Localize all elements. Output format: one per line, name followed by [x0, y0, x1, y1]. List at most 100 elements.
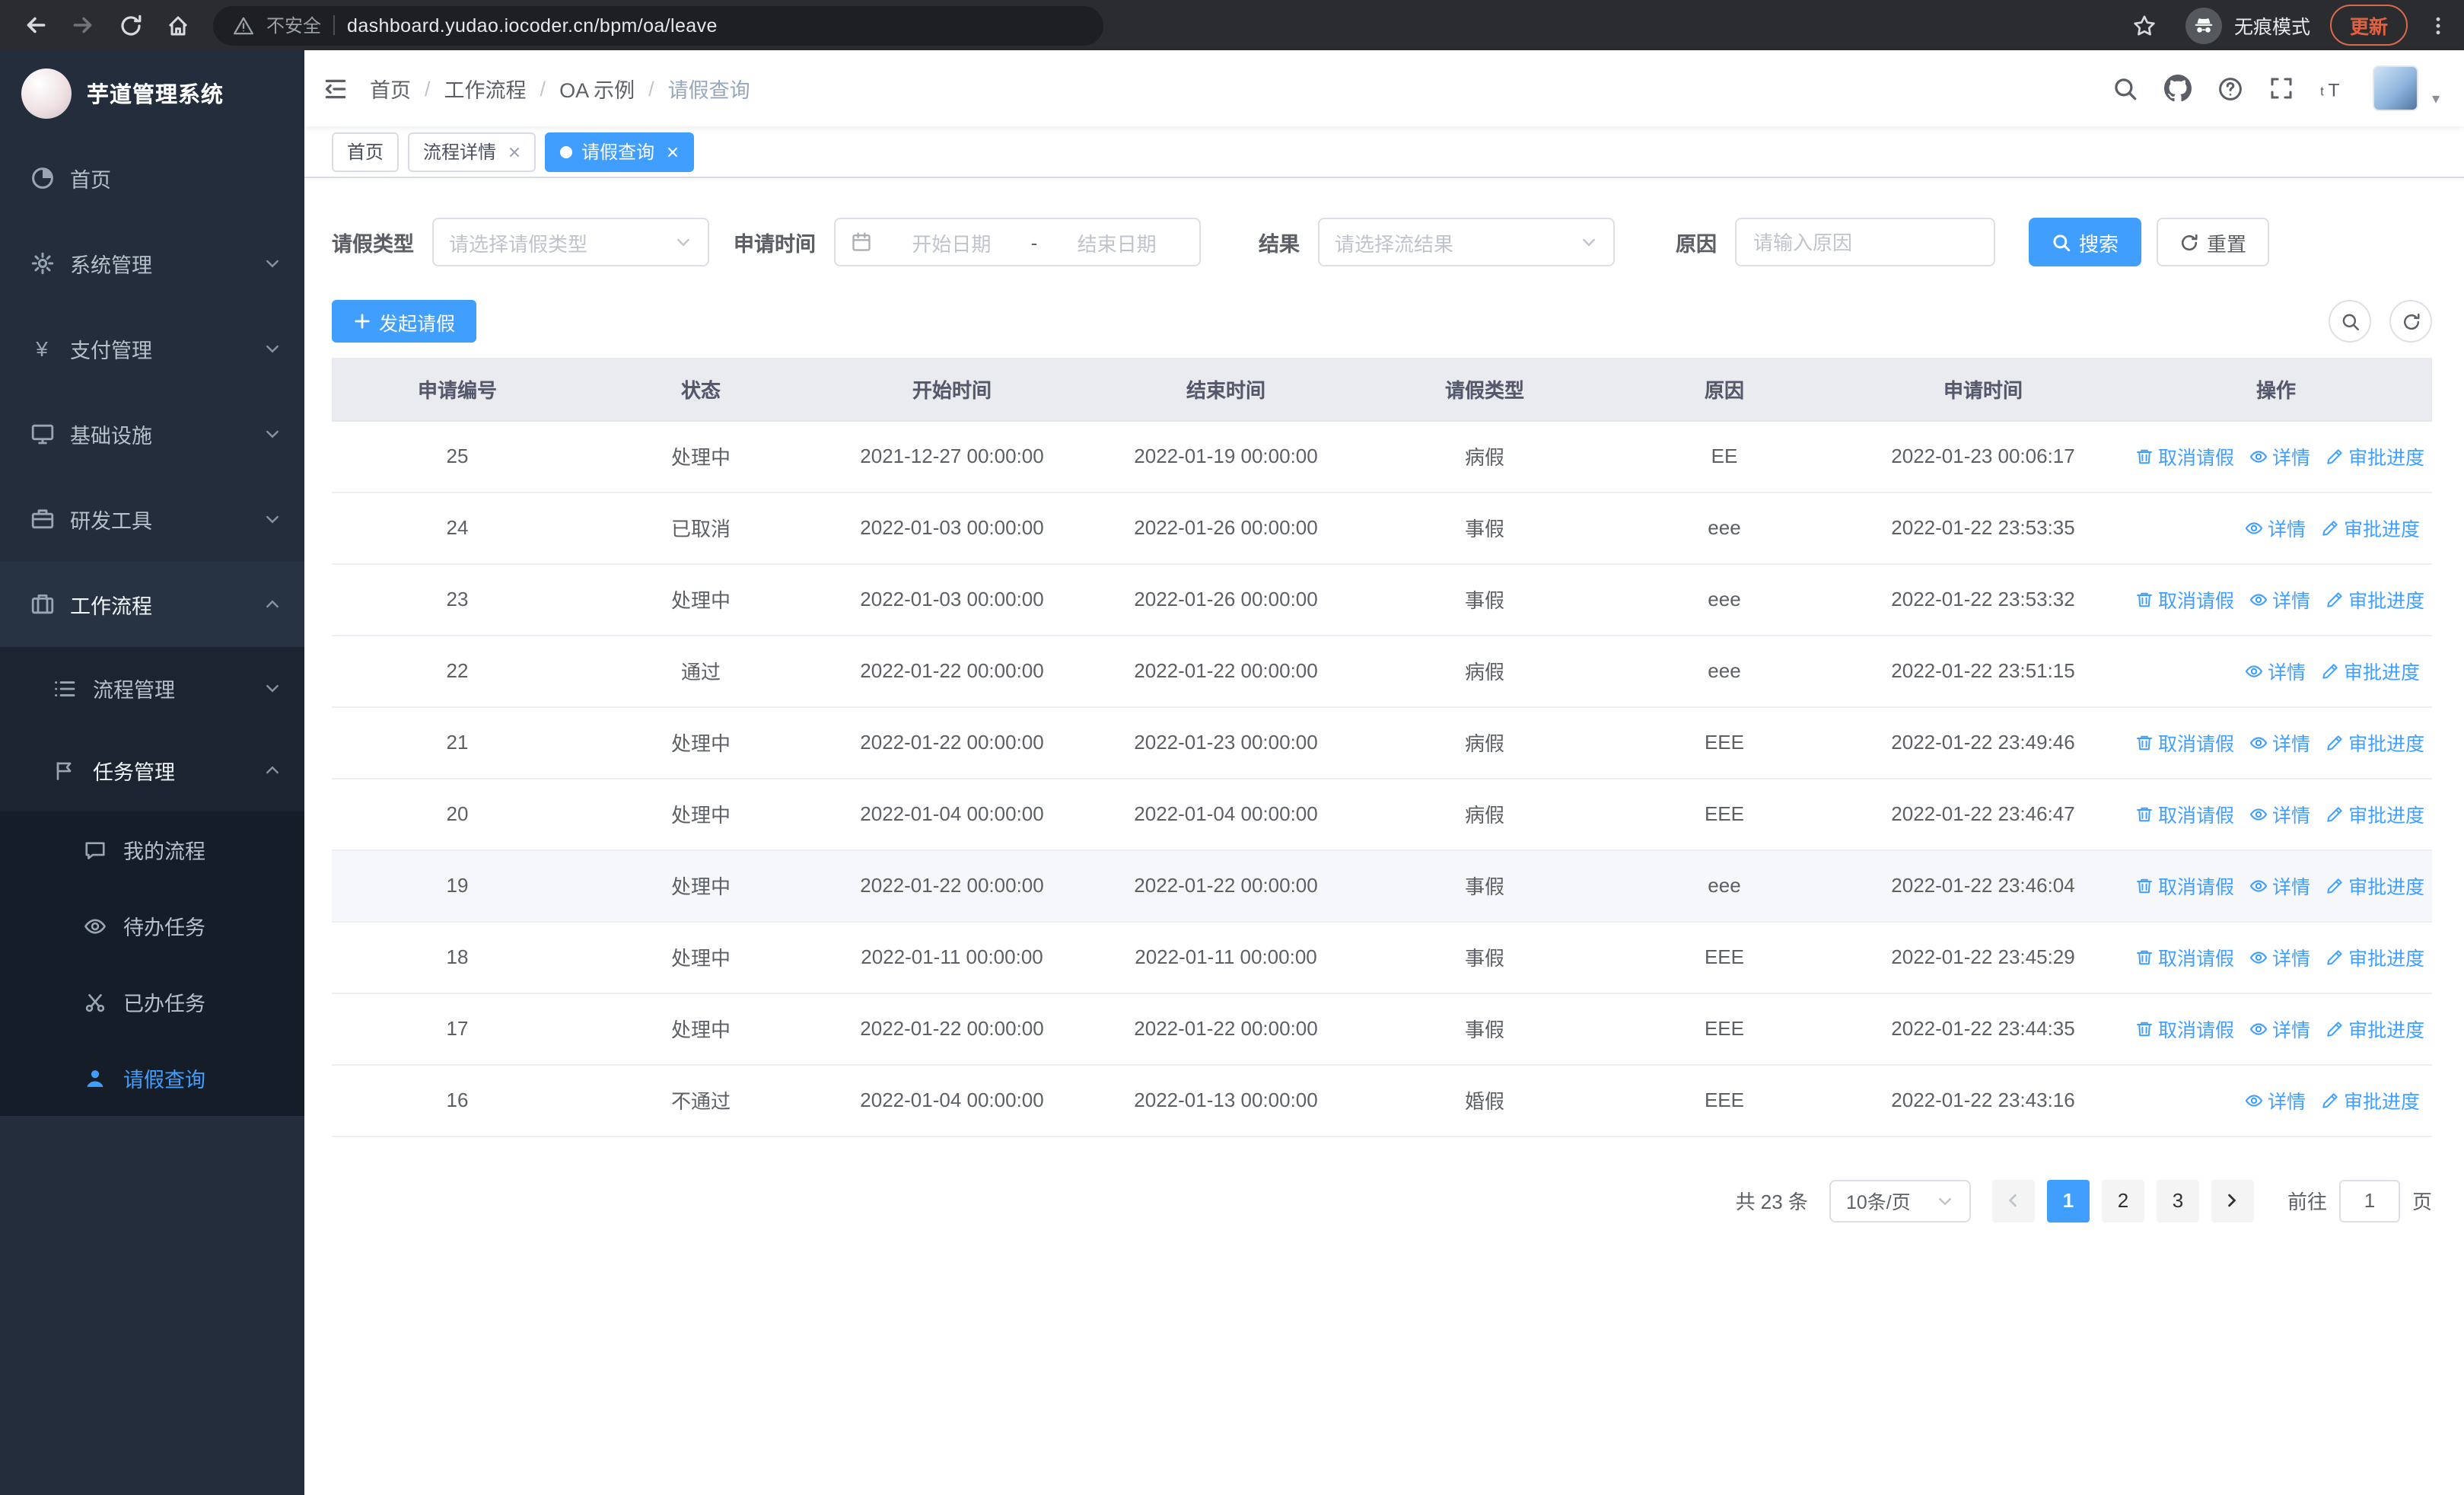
table-row[interactable]: 20 处理中 2022-01-04 00:00:00 2022-01-04 00:00…: [332, 778, 2432, 850]
app-logo[interactable]: 芋道管理系统: [0, 50, 304, 135]
sidebar-item-workflow[interactable]: 工作流程: [0, 562, 304, 647]
sidebar-item-process-management[interactable]: 流程管理: [0, 647, 304, 729]
page-size-select[interactable]: 10条/页: [1829, 1179, 1971, 1222]
cancel-leave-link[interactable]: 取消请假: [2135, 942, 2234, 971]
browser-back-icon[interactable]: [15, 5, 56, 46]
cell-applied: 2022-01-22 23:46:47: [1846, 778, 2120, 850]
breadcrumb-item[interactable]: OA 示例: [559, 73, 635, 104]
sidebar-item-leave-query[interactable]: 请假查询: [0, 1040, 304, 1116]
table-row[interactable]: 18 处理中 2022-01-11 00:00:00 2022-01-11 00:00…: [332, 921, 2432, 993]
user-avatar[interactable]: [2372, 65, 2418, 111]
sidebar-item-task-management[interactable]: 任务管理: [0, 729, 304, 811]
goto-page-input[interactable]: [2338, 1179, 2400, 1222]
detail-link[interactable]: 详情: [2245, 1085, 2306, 1114]
table-row[interactable]: 17 处理中 2022-01-22 00:00:00 2022-01-22 00:00…: [332, 993, 2432, 1065]
reset-button[interactable]: 重置: [2157, 218, 2270, 266]
detail-link[interactable]: 详情: [2249, 728, 2310, 757]
page-button-3[interactable]: 3: [2156, 1179, 2199, 1222]
browser-forward-icon[interactable]: [62, 5, 103, 46]
prev-page-button[interactable]: [1991, 1179, 2035, 1222]
table-row[interactable]: 22 通过 2022-01-22 00:00:00 2022-01-22 00:00:…: [332, 635, 2432, 707]
fullscreen-icon[interactable]: [2269, 76, 2294, 100]
cell-applied: 2022-01-22 23:53:35: [1846, 492, 2120, 564]
tab-process-detail[interactable]: 流程详情: [408, 132, 536, 171]
sidebar-item-done-tasks[interactable]: 已办任务: [0, 964, 304, 1040]
toggle-search-button[interactable]: [2329, 300, 2371, 343]
cancel-leave-link[interactable]: 取消请假: [2135, 1014, 2234, 1043]
detail-link[interactable]: 详情: [2245, 513, 2306, 542]
browser-home-icon[interactable]: [157, 5, 198, 46]
leave-type-select[interactable]: 请选择请假类型: [432, 218, 709, 266]
progress-link[interactable]: 审批进度: [2326, 799, 2424, 828]
table-row[interactable]: 24 已取消 2022-01-03 00:00:00 2022-01-26 00:00…: [332, 492, 2432, 564]
sidebar-item-system-management[interactable]: 系统管理: [0, 221, 304, 306]
close-icon[interactable]: [667, 145, 679, 158]
refresh-table-button[interactable]: [2389, 300, 2432, 343]
search-button[interactable]: 搜索: [2029, 218, 2142, 266]
cell-reason: EEE: [1603, 706, 1846, 779]
search-icon[interactable]: [2112, 75, 2138, 101]
result-select[interactable]: 请选择流结果: [1318, 218, 1615, 266]
cancel-leave-link[interactable]: 取消请假: [2135, 585, 2234, 614]
breadcrumb-item[interactable]: 工作流程: [444, 73, 527, 104]
address-bar[interactable]: 不安全 dashboard.yudao.iocoder.cn/bpm/oa/le…: [213, 5, 1103, 45]
table-row[interactable]: 23 处理中 2022-01-03 00:00:00 2022-01-26 00:00…: [332, 563, 2432, 636]
apply-time-range-picker[interactable]: 开始日期 - 结束日期: [834, 218, 1201, 266]
progress-link[interactable]: 审批进度: [2321, 656, 2420, 685]
progress-link[interactable]: 审批进度: [2326, 585, 2424, 614]
browser-update-button[interactable]: 更新: [2329, 5, 2408, 46]
goto-unit-label: 页: [2411, 1191, 2432, 1213]
progress-link[interactable]: 审批进度: [2321, 1085, 2420, 1114]
breadcrumb-item[interactable]: 首页: [370, 73, 411, 104]
progress-link[interactable]: 审批进度: [2326, 728, 2424, 757]
create-leave-button[interactable]: 发起请假: [332, 300, 477, 343]
browser-menu-icon[interactable]: [2427, 14, 2449, 36]
progress-link[interactable]: 审批进度: [2326, 871, 2424, 900]
row-actions: 详情 审批进度: [2120, 1064, 2432, 1136]
cancel-leave-link[interactable]: 取消请假: [2135, 441, 2234, 470]
sidebar-item-dev-tools[interactable]: 研发工具: [0, 477, 304, 562]
cancel-leave-link[interactable]: 取消请假: [2135, 799, 2234, 828]
browser-reload-icon[interactable]: [110, 5, 151, 46]
github-icon[interactable]: [2163, 75, 2192, 102]
cancel-leave-link[interactable]: 取消请假: [2135, 871, 2234, 900]
sidebar-item-label: 任务管理: [93, 761, 175, 784]
cancel-leave-link[interactable]: 取消请假: [2135, 728, 2234, 757]
sidebar-item-my-processes[interactable]: 我的流程: [0, 811, 304, 888]
sidebar-item-home[interactable]: 首页: [0, 135, 304, 221]
detail-link[interactable]: 详情: [2249, 585, 2310, 614]
detail-link[interactable]: 详情: [2249, 441, 2310, 470]
detail-link[interactable]: 详情: [2249, 1014, 2310, 1043]
page-button-2[interactable]: 2: [2101, 1179, 2144, 1222]
sidebar-item-infrastructure[interactable]: 基础设施: [0, 391, 304, 477]
detail-link[interactable]: 详情: [2249, 799, 2310, 828]
detail-link[interactable]: 详情: [2249, 942, 2310, 971]
table-row[interactable]: 21 处理中 2022-01-22 00:00:00 2022-01-23 00:00…: [332, 706, 2432, 779]
cell-status: 处理中: [583, 563, 819, 636]
detail-link[interactable]: 详情: [2249, 871, 2310, 900]
help-icon[interactable]: [2217, 75, 2243, 101]
sidebar-fold-icon[interactable]: [323, 75, 349, 101]
tab-home[interactable]: 首页: [332, 132, 400, 171]
sidebar-item-todo-tasks[interactable]: 待办任务: [0, 888, 304, 964]
delete-icon: [2137, 1021, 2152, 1036]
reason-input[interactable]: [1737, 219, 1994, 265]
user-caret-icon[interactable]: ▾: [2432, 91, 2440, 107]
chevron-up-icon: [263, 761, 282, 779]
tab-leave-query[interactable]: 请假查询: [545, 132, 695, 171]
progress-link[interactable]: 审批进度: [2321, 513, 2420, 542]
table-row[interactable]: 16 不通过 2022-01-04 00:00:00 2022-01-13 00:00…: [332, 1064, 2432, 1136]
next-page-button[interactable]: [2211, 1179, 2254, 1222]
progress-link[interactable]: 审批进度: [2326, 441, 2424, 470]
font-size-icon[interactable]: tT: [2319, 77, 2347, 100]
close-icon[interactable]: [508, 145, 520, 158]
sidebar-item-payment-management[interactable]: ¥ 支付管理: [0, 306, 304, 391]
page-content: 请假类型 请选择请假类型 申请时间 开始日期 - 结束日期 结果 请选择流结果 …: [304, 178, 2464, 1495]
table-row[interactable]: 19 处理中 2022-01-22 00:00:00 2022-01-22 00:00…: [332, 850, 2432, 922]
page-button-1[interactable]: 1: [2046, 1179, 2090, 1222]
table-row[interactable]: 25 处理中 2021-12-27 00:00:00 2022-01-19 00:00…: [332, 420, 2432, 492]
progress-link[interactable]: 审批进度: [2326, 942, 2424, 971]
progress-link[interactable]: 审批进度: [2326, 1014, 2424, 1043]
bookmark-star-icon[interactable]: [2125, 5, 2166, 46]
detail-link[interactable]: 详情: [2245, 656, 2306, 685]
